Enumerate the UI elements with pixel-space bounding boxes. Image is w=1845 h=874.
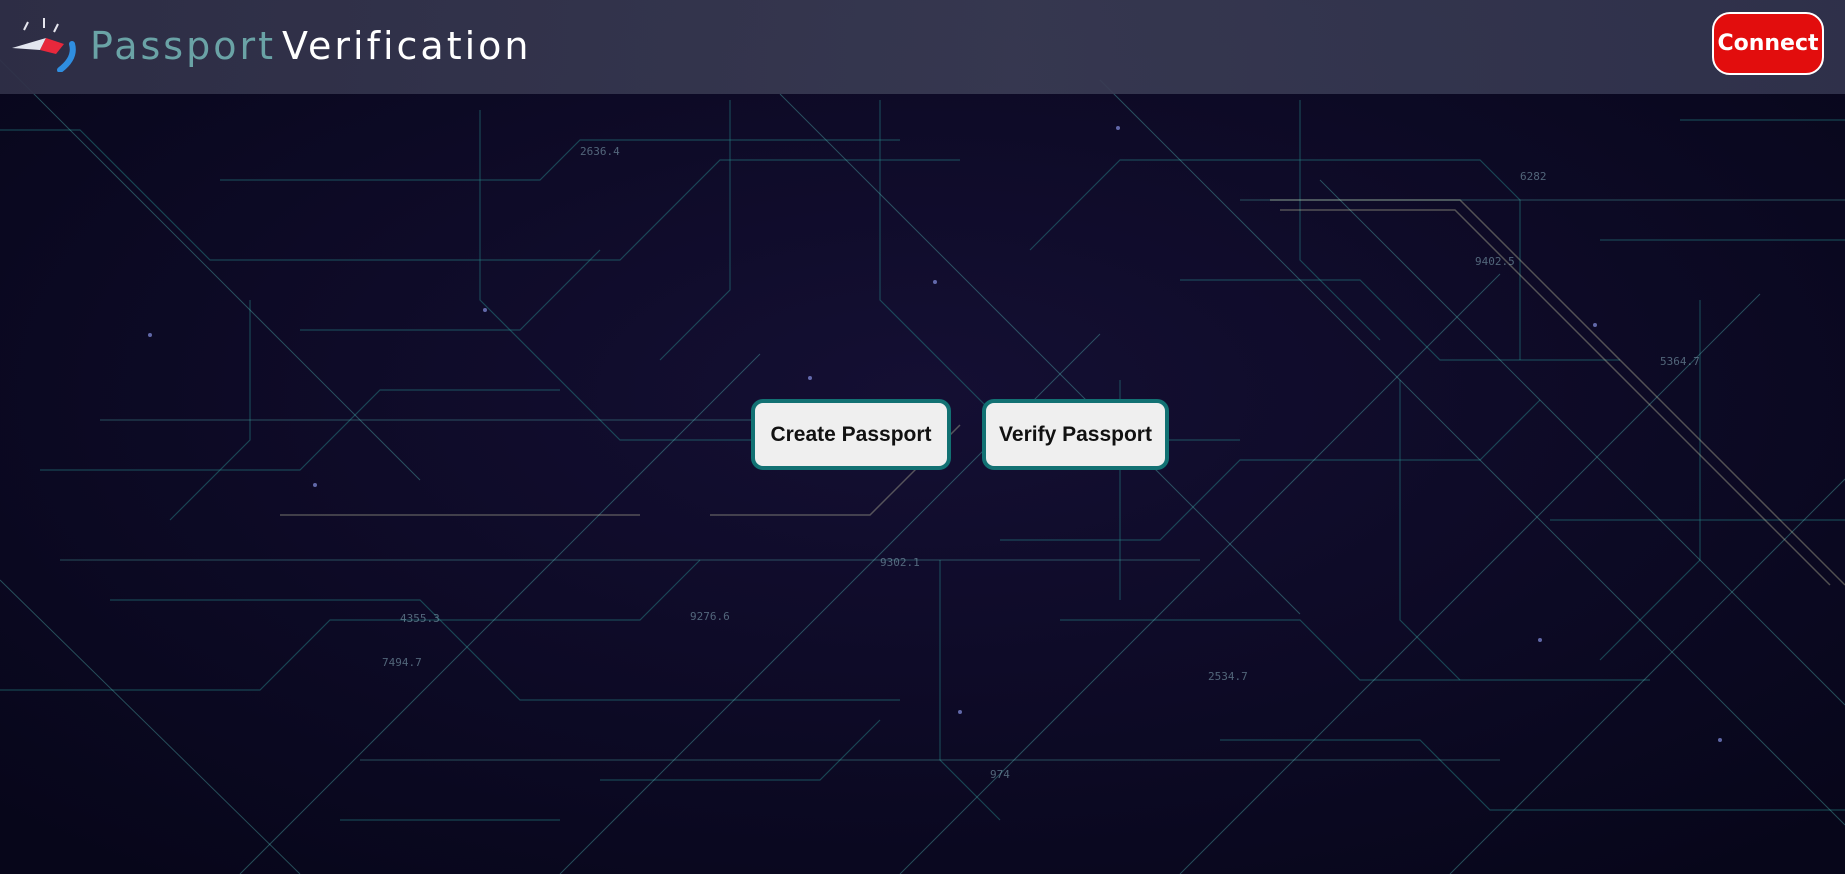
app-title-part2: Verification	[281, 24, 532, 68]
svg-text:2534.7: 2534.7	[1208, 670, 1248, 683]
svg-text:974: 974	[990, 768, 1010, 781]
svg-text:6282: 6282	[1520, 170, 1547, 183]
svg-text:9402.5: 9402.5	[1475, 255, 1515, 268]
connect-button[interactable]: Connect	[1712, 12, 1824, 75]
app-title: Passport Verification	[90, 18, 532, 74]
create-passport-button[interactable]: Create Passport	[751, 399, 951, 470]
svg-text:7494.7: 7494.7	[382, 656, 422, 669]
svg-text:5364.7: 5364.7	[1660, 355, 1700, 368]
app-title-part1: Passport	[90, 24, 276, 68]
svg-text:9302.1: 9302.1	[880, 556, 920, 569]
passport-logo-icon[interactable]	[10, 16, 76, 72]
page: 2636.4 6282 9402.5 9276.6 9302.1 4355.3 …	[0, 0, 1845, 874]
verify-passport-button[interactable]: Verify Passport	[982, 399, 1169, 470]
svg-text:4355.3: 4355.3	[400, 612, 440, 625]
top-bar: Passport Verification Connect	[0, 0, 1845, 94]
svg-text:2636.4: 2636.4	[580, 145, 620, 158]
svg-text:9276.6: 9276.6	[690, 610, 730, 623]
